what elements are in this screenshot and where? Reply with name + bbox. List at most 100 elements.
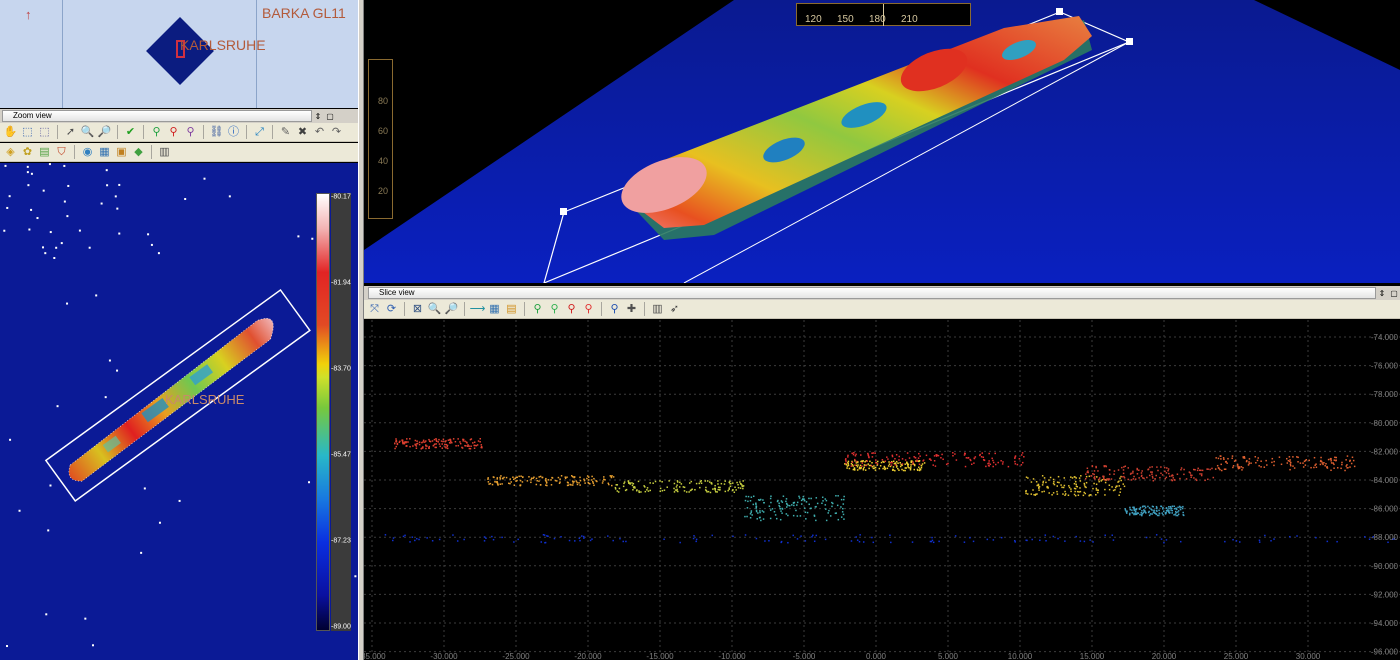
3d-view-plot xyxy=(364,0,1400,283)
pin-purple-icon[interactable]: ⚲ xyxy=(183,125,198,140)
pin-red2-icon[interactable]: ⚲ xyxy=(581,302,596,317)
slice-view-canvas[interactable]: -35.000 -30.000 -25.000 -20.000 -15.000 -10.0… xyxy=(364,320,1400,660)
sounding-point xyxy=(913,468,916,471)
sounding-point xyxy=(1014,541,1016,543)
sounding-point xyxy=(760,519,762,522)
zoom-in-icon[interactable]: 🔍 xyxy=(80,125,95,140)
sounding-point xyxy=(737,483,739,486)
overview-map[interactable]: ↑ KARLSRUHE BARKA GL11 xyxy=(0,0,358,108)
scroll-arrows-icon[interactable]: ⇕ xyxy=(1376,289,1388,298)
refresh-icon[interactable]: ⟳ xyxy=(384,302,399,317)
probe-icon[interactable]: ⚲ xyxy=(607,302,622,317)
cursor-icon[interactable]: ➶ xyxy=(667,302,682,317)
y-tick-label: -82.000 xyxy=(1371,447,1399,456)
y-tick-label: -74.000 xyxy=(1371,333,1399,342)
sounding-point xyxy=(1032,489,1034,491)
sounding-point xyxy=(901,468,903,471)
shield-icon[interactable]: ⛉ xyxy=(54,145,69,160)
sounding-point xyxy=(895,460,898,463)
delete-icon[interactable]: ✖ xyxy=(295,125,310,140)
sounding-point xyxy=(415,445,418,447)
sounding-point xyxy=(1271,457,1274,460)
crosshair-icon[interactable]: ✚ xyxy=(624,302,639,317)
sounding-point xyxy=(942,458,944,461)
selection-handle[interactable] xyxy=(560,208,567,215)
sounding-point xyxy=(1153,511,1155,513)
selection-handle[interactable] xyxy=(1056,8,1063,15)
sounding-point xyxy=(1336,467,1339,469)
selection-handle[interactable] xyxy=(1126,38,1133,45)
sounding-point xyxy=(1182,505,1184,508)
info-icon[interactable]: ⓘ xyxy=(226,125,241,140)
zoom-view-canvas[interactable]: KARLSRUHE -80.17 -81.94 -83.70 -85.47 -87.23… xyxy=(0,163,358,660)
sounding-point xyxy=(892,460,895,463)
sounding-point xyxy=(1334,456,1336,459)
pin-green-icon[interactable]: ⚲ xyxy=(149,125,164,140)
sounding-point xyxy=(1315,463,1317,465)
hand-icon[interactable]: ✋ xyxy=(3,125,18,140)
zoom-view-tab[interactable]: Zoom view xyxy=(2,110,312,122)
maximize-icon[interactable]: ▢ xyxy=(1388,289,1400,298)
sounding-point xyxy=(1068,485,1070,487)
sounding-point xyxy=(1143,509,1145,511)
sounding-point xyxy=(1256,459,1259,462)
undo-icon[interactable]: ↶ xyxy=(312,125,327,140)
sounding-point xyxy=(661,489,664,492)
pin-green-icon[interactable]: ⚲ xyxy=(530,302,545,317)
zoom-out-icon[interactable]: 🔎 xyxy=(97,125,112,140)
sounding-point xyxy=(710,482,713,484)
sounding-point xyxy=(1212,476,1215,479)
fit-icon[interactable]: ⤧ xyxy=(367,302,382,317)
sounding-point xyxy=(901,463,904,465)
paint-icon[interactable]: ✿ xyxy=(20,145,35,160)
sounding-point xyxy=(732,535,734,538)
layout-icon[interactable]: ▤ xyxy=(504,302,519,317)
pin-red-icon[interactable]: ⚲ xyxy=(564,302,579,317)
line-icon[interactable]: ⟶ xyxy=(470,302,486,317)
zoom-extent-icon[interactable]: ⊠ xyxy=(410,302,425,317)
redo-icon[interactable]: ↷ xyxy=(329,125,344,140)
sounding-point xyxy=(1076,485,1079,488)
sounding-point xyxy=(884,460,887,463)
calculator-icon[interactable]: ▥ xyxy=(650,302,665,317)
slice-toolbar: ⤧ ⟳ ⊠ 🔍 🔎 ⟶ ▦ ▤ ⚲ ⚲ ⚲ ⚲ ⚲ ✚ ▥ ➶ xyxy=(364,300,1400,319)
sounding-point xyxy=(592,481,594,483)
sounding-point xyxy=(499,483,502,485)
scroll-arrows-icon[interactable]: ⇕ xyxy=(312,112,324,121)
image-icon[interactable]: ▣ xyxy=(114,145,129,160)
pin-green2-icon[interactable]: ⚲ xyxy=(547,302,562,317)
noise-point xyxy=(49,231,52,234)
zoom-out-icon[interactable]: 🔎 xyxy=(444,302,459,317)
sounding-point xyxy=(910,460,912,462)
noise-point xyxy=(118,183,121,186)
sounding-point xyxy=(1171,479,1174,482)
cube-icon[interactable]: ◆ xyxy=(131,145,146,160)
grid-icon[interactable]: ▦ xyxy=(487,302,502,317)
palette-icon[interactable]: ◉ xyxy=(80,145,95,160)
3d-view[interactable] xyxy=(364,0,1400,283)
sounding-point xyxy=(781,512,783,514)
sounding-point xyxy=(804,511,807,514)
measure-icon[interactable]: ⤢ xyxy=(252,125,267,140)
select-multi-icon[interactable]: ⬚ xyxy=(37,125,52,140)
edit-icon[interactable]: ✎ xyxy=(278,125,293,140)
sounding-point xyxy=(1079,487,1081,489)
select-icon[interactable]: ⬚ xyxy=(20,125,35,140)
pin-red-icon[interactable]: ⚲ xyxy=(166,125,181,140)
layers-icon[interactable]: ▤ xyxy=(37,145,52,160)
layer-icon[interactable]: ◈ xyxy=(3,145,18,160)
sounding-point xyxy=(1113,470,1116,472)
sounding-point xyxy=(1155,474,1157,477)
ship-name-label: KARLSRUHE xyxy=(165,392,245,407)
sounding-point xyxy=(1129,506,1131,509)
zoom-in-icon[interactable]: 🔍 xyxy=(427,302,442,317)
check-icon[interactable]: ✔ xyxy=(123,125,138,140)
calculator-icon[interactable]: ▥ xyxy=(157,145,172,160)
grid-icon[interactable]: ▦ xyxy=(97,145,112,160)
pointer-icon[interactable]: ➚ xyxy=(63,125,78,140)
maximize-icon[interactable]: ▢ xyxy=(324,112,336,121)
sounding-point xyxy=(1118,485,1121,487)
sounding-point xyxy=(836,504,839,507)
link-icon[interactable]: ⛓ xyxy=(209,125,224,140)
slice-view-tab[interactable]: Slice view xyxy=(368,287,1377,299)
